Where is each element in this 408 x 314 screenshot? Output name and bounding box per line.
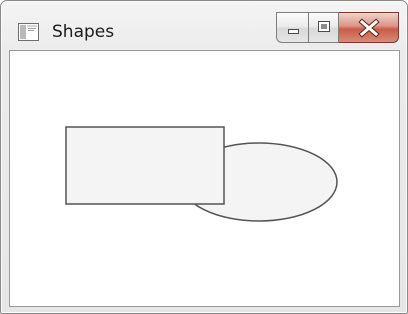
caption-buttons [276,12,399,43]
close-button[interactable] [339,12,399,43]
maximize-button[interactable] [309,12,339,43]
shapes-window: Shapes [0,0,408,314]
drawing-area[interactable] [9,50,400,307]
minimize-button[interactable] [276,12,309,43]
window-title: Shapes [52,22,115,42]
shapes-canvas [65,126,338,222]
window-app-icon[interactable] [18,22,40,42]
rectangle-shape [65,126,225,205]
title-bar[interactable]: Shapes [1,1,407,49]
